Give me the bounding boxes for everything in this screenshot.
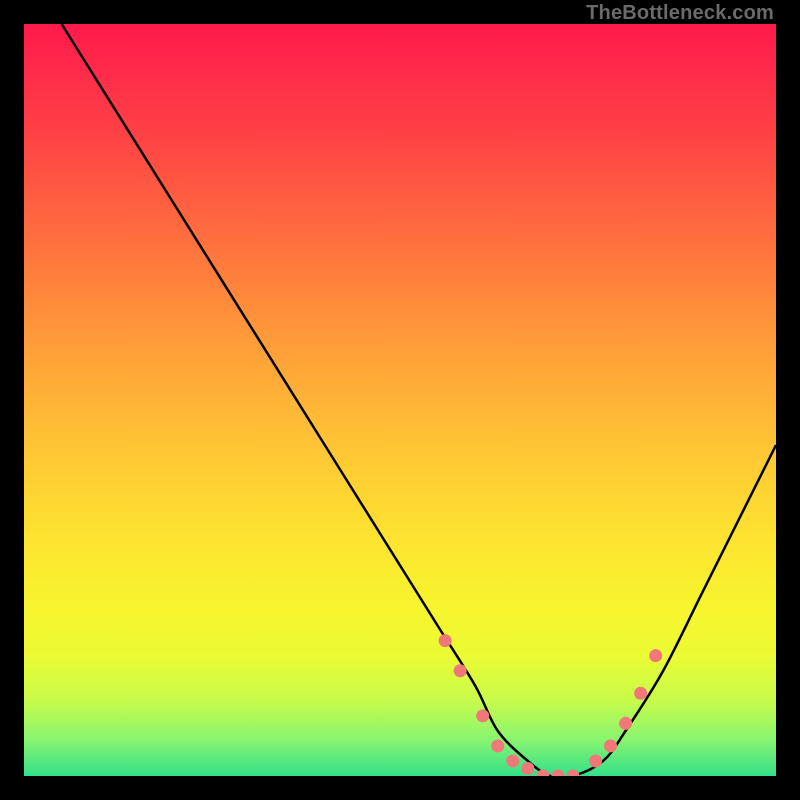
heat-gradient [24,24,776,776]
chart-frame [24,24,776,776]
plot-area [24,24,776,776]
watermark-text: TheBottleneck.com [586,2,774,25]
